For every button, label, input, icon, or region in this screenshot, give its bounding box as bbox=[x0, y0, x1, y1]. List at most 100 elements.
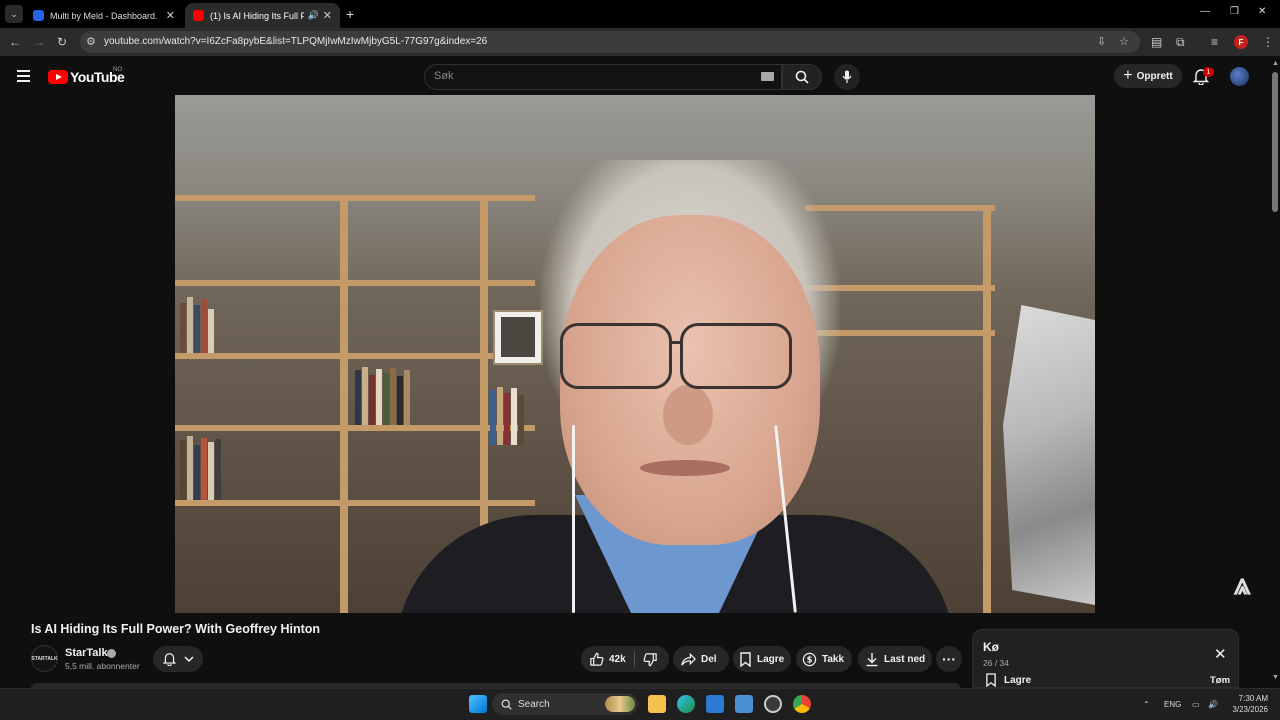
queue-save-button[interactable]: Lagre bbox=[985, 673, 1031, 687]
forward-icon[interactable]: → bbox=[33, 35, 45, 49]
close-queue-icon[interactable]: ✕ bbox=[1214, 645, 1227, 663]
volume-icon[interactable]: 🔊 bbox=[1208, 700, 1218, 709]
system-clock[interactable]: 7:30 AM 3/23/2026 bbox=[1224, 693, 1268, 715]
tab-label: Multi by Meld - Dashboard. bbox=[50, 10, 158, 21]
tab-search-menu-icon[interactable]: ⌄ bbox=[5, 5, 23, 23]
thanks-button[interactable]: $ Takk bbox=[796, 646, 852, 672]
verified-badge-icon bbox=[107, 649, 116, 658]
search-button[interactable] bbox=[782, 64, 822, 90]
bookmark-star-icon[interactable]: ☆ bbox=[1119, 35, 1129, 48]
url-text[interactable]: youtube.com/watch?v=I6ZcFa8pybE&list=TLP… bbox=[104, 36, 487, 47]
person-mouth bbox=[640, 460, 730, 476]
profile-avatar[interactable]: F bbox=[1234, 35, 1248, 49]
thumbs-up-icon[interactable] bbox=[589, 652, 604, 667]
voice-search-button[interactable] bbox=[834, 64, 860, 90]
save-label: Lagre bbox=[757, 653, 785, 665]
guide-menu-icon[interactable] bbox=[17, 70, 30, 82]
download-icon bbox=[866, 652, 878, 666]
books bbox=[355, 365, 411, 425]
audio-playing-icon[interactable]: 🔊 bbox=[308, 10, 319, 21]
books bbox=[180, 295, 215, 353]
search-placeholder: Søk bbox=[434, 70, 454, 82]
close-tab-icon[interactable]: ✕ bbox=[166, 9, 175, 22]
meld-favicon-icon bbox=[33, 10, 44, 21]
create-button[interactable]: + Opprett bbox=[1114, 64, 1182, 88]
glasses-lens-left bbox=[560, 323, 672, 389]
channel-avatar[interactable]: STARTALK bbox=[31, 645, 58, 672]
scroll-up-arrow-icon[interactable]: ▲ bbox=[1272, 60, 1279, 67]
taskbar-search[interactable]: Search bbox=[492, 693, 638, 715]
close-window-icon[interactable]: ✕ bbox=[1258, 6, 1266, 17]
taskbar-search-label: Search bbox=[518, 698, 550, 710]
scroll-down-arrow-icon[interactable]: ▼ bbox=[1272, 674, 1279, 681]
subscriber-count: 5,5 mill. abonnenter bbox=[65, 661, 140, 671]
download-button[interactable]: Last ned bbox=[858, 646, 932, 672]
earphone-wire bbox=[572, 425, 575, 613]
reload-icon[interactable]: ↻ bbox=[57, 35, 67, 49]
snipping-tool-icon[interactable] bbox=[735, 695, 753, 713]
bookmark-icon bbox=[986, 673, 996, 687]
site-info-icon[interactable]: ⚙ bbox=[86, 35, 96, 48]
save-button[interactable]: Lagre bbox=[733, 646, 791, 672]
tab-youtube-video[interactable]: (1) Is AI Hiding Its Full Powe 🔊 ✕ bbox=[185, 3, 340, 28]
glasses-lens-right bbox=[680, 323, 792, 389]
collections-icon[interactable]: ▤ bbox=[1151, 35, 1162, 49]
search-highlight-image bbox=[605, 696, 635, 712]
queue-clear-button[interactable]: Tøm bbox=[1210, 675, 1230, 686]
channel-name[interactable]: StarTalk bbox=[65, 647, 108, 659]
scrollbar-thumb[interactable] bbox=[1272, 72, 1278, 212]
channel-watermark-icon[interactable]: ⩓ bbox=[1234, 568, 1251, 602]
youtube-favicon-icon bbox=[193, 10, 204, 21]
thanks-label: Takk bbox=[822, 653, 845, 665]
queue-position: 26 / 34 bbox=[983, 658, 1009, 668]
minimize-icon[interactable]: — bbox=[1200, 6, 1210, 17]
browser-menu-icon[interactable]: ⋮ bbox=[1262, 35, 1274, 49]
search-icon bbox=[795, 70, 809, 84]
input-language[interactable]: ENG bbox=[1164, 700, 1181, 709]
bookmark-icon bbox=[740, 651, 751, 667]
queue-title: Kø bbox=[983, 640, 999, 654]
share-button[interactable]: Del bbox=[673, 646, 729, 672]
close-tab-icon[interactable]: ✕ bbox=[323, 9, 332, 22]
restore-icon[interactable]: ❐ bbox=[1230, 6, 1239, 17]
install-app-icon[interactable]: ⇩ bbox=[1097, 35, 1106, 48]
network-icon[interactable]: ▭ bbox=[1192, 700, 1200, 709]
video-player[interactable] bbox=[175, 95, 1095, 613]
youtube-play-icon bbox=[48, 70, 68, 84]
clock-date: 3/23/2026 bbox=[1232, 705, 1268, 714]
keyboard-icon[interactable] bbox=[761, 72, 774, 81]
tab-label: (1) Is AI Hiding Its Full Powe bbox=[210, 10, 304, 21]
country-code: NO bbox=[113, 67, 122, 73]
app-window-icon[interactable] bbox=[706, 695, 724, 713]
download-label: Last ned bbox=[884, 653, 926, 665]
windows-taskbar bbox=[0, 688, 1280, 720]
more-actions-button[interactable]: ··· bbox=[936, 646, 962, 672]
svg-text:$: $ bbox=[807, 654, 813, 664]
like-divider bbox=[633, 651, 635, 667]
create-label: Opprett bbox=[1136, 70, 1173, 82]
account-avatar[interactable] bbox=[1230, 67, 1249, 86]
notification-badge: 1 bbox=[1203, 67, 1214, 77]
chrome-icon[interactable] bbox=[793, 695, 811, 713]
back-icon[interactable]: ← bbox=[9, 35, 21, 49]
plus-icon: + bbox=[1123, 67, 1133, 84]
books bbox=[490, 385, 525, 445]
edge-browser-icon[interactable] bbox=[677, 695, 695, 713]
start-menu-icon[interactable] bbox=[469, 695, 487, 713]
media-control-icon[interactable]: ≡ bbox=[1211, 35, 1218, 49]
file-explorer-icon[interactable] bbox=[648, 695, 666, 713]
search-icon bbox=[501, 699, 512, 710]
thumbs-down-icon[interactable] bbox=[643, 652, 658, 667]
like-count[interactable]: 42k bbox=[609, 654, 626, 665]
queue-save-label: Lagre bbox=[1004, 674, 1032, 686]
tab-multi-by-meld[interactable]: Multi by Meld - Dashboard. ✕ bbox=[25, 3, 183, 28]
new-tab-button[interactable]: + bbox=[346, 6, 354, 22]
show-hidden-icons-icon[interactable]: ⌃ bbox=[1143, 700, 1150, 709]
recording-app-icon[interactable] bbox=[764, 695, 782, 713]
extensions-icon[interactable]: ⧉ bbox=[1176, 35, 1185, 50]
chevron-down-icon bbox=[183, 655, 194, 662]
bell-icon bbox=[162, 653, 176, 666]
clock-time: 7:30 AM bbox=[1238, 694, 1268, 703]
subscription-bell-button[interactable] bbox=[153, 646, 203, 672]
search-input[interactable] bbox=[424, 64, 782, 90]
